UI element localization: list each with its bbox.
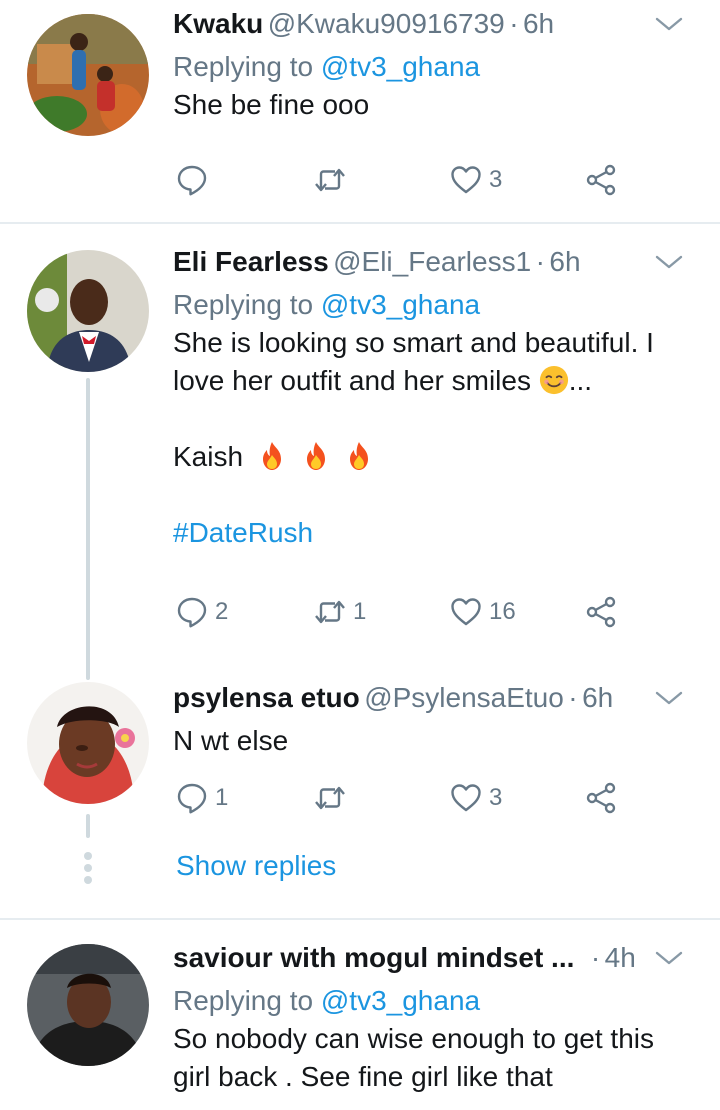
like-count: 3 bbox=[489, 784, 503, 811]
tweet-actions: 3 bbox=[173, 160, 653, 200]
timestamp[interactable]: 4h bbox=[605, 942, 636, 973]
mention-link[interactable]: @tv3_ghana bbox=[321, 985, 480, 1016]
timestamp[interactable]: 6h bbox=[523, 8, 554, 39]
chevron-down-icon[interactable] bbox=[654, 252, 684, 272]
like-count: 16 bbox=[489, 598, 516, 625]
reply-icon bbox=[175, 595, 209, 629]
retweet-icon bbox=[313, 781, 347, 815]
avatar[interactable] bbox=[27, 682, 149, 804]
more-replies-dots bbox=[82, 852, 94, 888]
smiling-emoji bbox=[539, 365, 569, 395]
tweet-text-line: So nobody can wise enough to get this bbox=[173, 1023, 655, 1054]
user-handle[interactable]: @Kwaku90916739 bbox=[268, 8, 505, 39]
display-name[interactable]: psylensa etuo bbox=[173, 682, 360, 713]
show-replies-link[interactable]: Show replies bbox=[176, 850, 336, 882]
share-button[interactable] bbox=[585, 160, 619, 200]
chevron-down-icon[interactable] bbox=[654, 948, 684, 968]
tweet-text-line: She is looking so smart and beautiful. I bbox=[173, 327, 654, 358]
reply-count: 2 bbox=[215, 598, 229, 625]
user-handle[interactable]: @PsylensaEtuo bbox=[364, 682, 564, 713]
tweet-text-line: love her outfit and her smiles ... bbox=[173, 362, 696, 400]
ellipsis: ... bbox=[568, 365, 593, 396]
replying-to: Replying to @tv3_ghana bbox=[173, 286, 696, 324]
reply-count: 1 bbox=[215, 784, 229, 811]
share-icon bbox=[585, 163, 619, 197]
reply-button[interactable]: 2 bbox=[175, 592, 228, 632]
retweet-icon bbox=[313, 595, 347, 629]
tweet[interactable]: psylensa etuo @PsylensaEtuo · 6h N wt el… bbox=[0, 674, 720, 918]
display-name[interactable]: Eli Fearless bbox=[173, 246, 329, 277]
avatar[interactable] bbox=[27, 250, 149, 372]
tweet-text: So nobody can wise enough to get this gi… bbox=[173, 1020, 696, 1096]
tweet-text: N wt else bbox=[173, 725, 289, 756]
like-count: 3 bbox=[489, 166, 503, 193]
replying-label: Replying to bbox=[173, 985, 314, 1016]
like-icon bbox=[449, 595, 483, 629]
retweet-button[interactable] bbox=[313, 160, 353, 200]
replying-to: Replying to @tv3_ghana bbox=[173, 982, 696, 1020]
user-handle[interactable]: @Eli_Fearless1 bbox=[333, 246, 531, 277]
chevron-down-icon[interactable] bbox=[654, 688, 684, 708]
like-icon bbox=[449, 781, 483, 815]
retweet-icon bbox=[313, 163, 347, 197]
hashtag-link[interactable]: #DateRush bbox=[173, 514, 696, 552]
tweet-text: She is looking so smart and beautiful. I… bbox=[173, 324, 696, 552]
tweet-header: Kwaku @Kwaku90916739 · 6h bbox=[173, 8, 696, 48]
mention-link[interactable]: @tv3_ghana bbox=[321, 51, 480, 82]
share-icon bbox=[585, 595, 619, 629]
display-name[interactable]: saviour with mogul mindset ... bbox=[173, 942, 574, 973]
replying-label: Replying to bbox=[173, 289, 314, 320]
tweet-text-line: Kaish bbox=[173, 438, 696, 476]
share-button[interactable] bbox=[585, 592, 619, 632]
fire-emoji bbox=[303, 441, 329, 471]
reply-icon bbox=[175, 781, 209, 815]
like-button[interactable]: 3 bbox=[449, 160, 502, 200]
tweet[interactable]: Eli Fearless @Eli_Fearless1 · 6h Replyin… bbox=[0, 224, 720, 680]
like-button[interactable]: 3 bbox=[449, 778, 502, 818]
tweet-header: saviour with mogul mindset ... · 4h bbox=[173, 942, 696, 982]
tweet-header: Eli Fearless @Eli_Fearless1 · 6h bbox=[173, 246, 696, 286]
timestamp[interactable]: 6h bbox=[549, 246, 580, 277]
thread-line bbox=[86, 378, 90, 680]
share-button[interactable] bbox=[585, 778, 619, 818]
reply-icon bbox=[175, 163, 209, 197]
tweet[interactable]: Kwaku @Kwaku90916739 · 6h Replying to @t… bbox=[0, 0, 720, 222]
separator-dot: · bbox=[535, 246, 545, 277]
retweet-count: 1 bbox=[353, 598, 367, 625]
tweet-text-fragment: Kaish bbox=[173, 441, 244, 472]
display-name[interactable]: Kwaku bbox=[173, 8, 263, 39]
separator-dot: · bbox=[509, 8, 519, 39]
tweet-text: She be fine ooo bbox=[173, 89, 370, 120]
tweet-actions: 2 1 16 bbox=[173, 592, 653, 632]
fire-emoji bbox=[346, 441, 372, 471]
chevron-down-icon[interactable] bbox=[654, 14, 684, 34]
avatar[interactable] bbox=[27, 14, 149, 136]
separator-dot: · bbox=[568, 682, 578, 713]
replying-label: Replying to bbox=[173, 51, 314, 82]
replying-to: Replying to @tv3_ghana bbox=[173, 48, 696, 86]
like-icon bbox=[449, 163, 483, 197]
tweet-actions: 1 3 bbox=[173, 778, 653, 818]
tweet[interactable]: saviour with mogul mindset ... · 4h Repl… bbox=[0, 920, 720, 1110]
reply-button[interactable]: 1 bbox=[175, 778, 228, 818]
reply-button[interactable] bbox=[175, 160, 215, 200]
tweet-header: psylensa etuo @PsylensaEtuo · 6h bbox=[173, 682, 696, 722]
tweet-text-fragment: love her outfit and her smiles bbox=[173, 365, 531, 396]
thread-line bbox=[86, 814, 90, 838]
like-button[interactable]: 16 bbox=[449, 592, 516, 632]
share-icon bbox=[585, 781, 619, 815]
timestamp[interactable]: 6h bbox=[582, 682, 613, 713]
separator-dot: · bbox=[590, 942, 601, 973]
retweet-button[interactable]: 1 bbox=[313, 592, 366, 632]
avatar[interactable] bbox=[27, 944, 149, 1066]
mention-link[interactable]: @tv3_ghana bbox=[321, 289, 480, 320]
tweet-text-line: girl back . See fine girl like that bbox=[173, 1061, 553, 1092]
retweet-button[interactable] bbox=[313, 778, 353, 818]
fire-emoji bbox=[259, 441, 285, 471]
